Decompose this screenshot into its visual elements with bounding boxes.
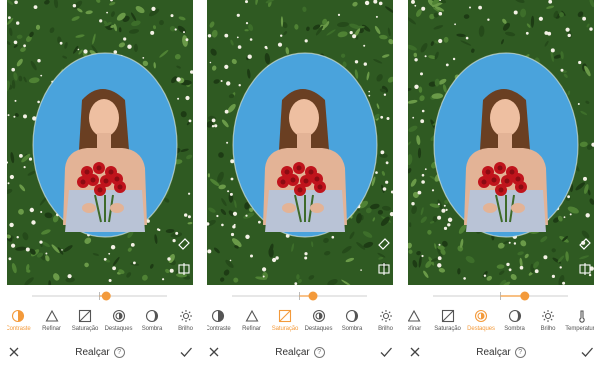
- compare-icon[interactable]: [177, 262, 191, 276]
- tool-label: Refinar: [242, 326, 261, 332]
- screen-title: Realçar?: [408, 347, 594, 358]
- screen-title: Realçar?: [7, 347, 193, 358]
- tool-brilho[interactable]: Brilho: [530, 309, 566, 332]
- highlights-icon: [474, 309, 488, 323]
- tool-saturação[interactable]: Saturação: [430, 309, 466, 332]
- adjustment-slider[interactable]: [7, 288, 193, 304]
- tool-refinar[interactable]: Refinar: [34, 309, 70, 332]
- bottom-bar: Realçar?: [7, 339, 193, 367]
- tool-label: efinar: [408, 326, 422, 332]
- tool-brilho[interactable]: Brilho: [368, 309, 394, 332]
- tool-label: Contraste: [7, 326, 31, 332]
- tool-label: Brilho: [540, 326, 556, 332]
- adjustment-slider[interactable]: [207, 288, 393, 304]
- tool-label: Destaques: [104, 326, 133, 332]
- editor-panel-saturacao: Contraste Refinar Saturação Destaques Sombra…: [207, 0, 393, 367]
- tool-label: Sombra: [141, 326, 163, 332]
- contrast-icon: [211, 309, 225, 323]
- highlights-icon: [312, 309, 326, 323]
- editor-panel-contraste: Contraste Refinar Saturação Destaques Sombra…: [7, 0, 193, 367]
- slider-knob: [520, 291, 530, 301]
- bottom-bar: Realçar?: [408, 339, 594, 367]
- tool-label: Brilho: [378, 326, 393, 332]
- tool-strip: Contraste Refinar Saturação Destaques Sombra…: [7, 309, 193, 337]
- shadow-icon: [508, 309, 522, 323]
- highlights-icon: [112, 309, 126, 323]
- tool-sombra[interactable]: Sombra: [497, 309, 533, 332]
- help-icon[interactable]: ?: [514, 347, 526, 358]
- refine-triangle-icon: [408, 309, 421, 323]
- editor-panel-destaques: efinar Saturação Destaques Sombra Brilho Temp…: [408, 0, 594, 367]
- saturation-icon: [78, 309, 92, 323]
- screen-title: Realçar?: [207, 347, 393, 358]
- screen-title-text: Realçar: [476, 347, 511, 358]
- shadow-icon: [345, 309, 359, 323]
- saturation-icon: [278, 309, 292, 323]
- refine-triangle-icon: [245, 309, 259, 323]
- tool-label: Saturação: [434, 326, 461, 332]
- tool-temperatura[interactable]: Temperatura: [564, 309, 594, 332]
- tool-label: Contraste: [207, 326, 231, 332]
- photo-preview: [408, 0, 594, 285]
- eraser-icon[interactable]: [177, 236, 191, 250]
- tool-label: Saturação: [271, 326, 299, 332]
- tool-label: Destaques: [467, 326, 495, 332]
- tool-refinar[interactable]: Refinar: [234, 309, 270, 332]
- slider-knob: [308, 291, 318, 301]
- contrast-icon: [11, 309, 25, 323]
- tool-brilho[interactable]: Brilho: [168, 309, 194, 332]
- tool-saturação[interactable]: Saturação: [267, 309, 303, 332]
- tool-efinar[interactable]: efinar: [408, 309, 432, 332]
- bottom-bar: Realçar?: [207, 339, 393, 367]
- tool-saturação[interactable]: Saturação: [67, 309, 103, 332]
- tool-sombra[interactable]: Sombra: [134, 309, 170, 332]
- compare-icon[interactable]: [578, 262, 592, 276]
- tool-sombra[interactable]: Sombra: [334, 309, 370, 332]
- tool-contraste[interactable]: Contraste: [7, 309, 36, 332]
- photo-preview: [207, 0, 393, 285]
- checkmark-icon[interactable]: [580, 345, 594, 359]
- screen-title-text: Realçar: [75, 347, 110, 358]
- tool-destaques[interactable]: Destaques: [463, 309, 499, 332]
- adjustment-slider[interactable]: [408, 288, 594, 304]
- brightness-icon: [379, 309, 393, 323]
- tool-label: Sombra: [504, 326, 525, 332]
- tool-contraste[interactable]: Contraste: [207, 309, 236, 332]
- photo-preview: [7, 0, 193, 285]
- tool-label: Sombra: [341, 326, 363, 332]
- tool-destaques[interactable]: Destaques: [101, 309, 137, 332]
- help-icon[interactable]: ?: [313, 347, 325, 358]
- shadow-icon: [145, 309, 159, 323]
- screen-title-text: Realçar: [275, 347, 310, 358]
- tool-label: Destaques: [304, 326, 333, 332]
- tool-label: Temperatura: [565, 326, 594, 332]
- brightness-icon: [179, 309, 193, 323]
- tool-label: Refinar: [42, 326, 61, 332]
- saturation-icon: [441, 309, 455, 323]
- refine-triangle-icon: [45, 309, 59, 323]
- checkmark-icon[interactable]: [379, 345, 393, 359]
- tool-strip: efinar Saturação Destaques Sombra Brilho Temp…: [408, 309, 594, 337]
- help-icon[interactable]: ?: [113, 347, 125, 358]
- eraser-icon[interactable]: [578, 236, 592, 250]
- tool-label: Saturação: [71, 326, 99, 332]
- brightness-icon: [541, 309, 555, 323]
- tool-label: Brilho: [178, 326, 193, 332]
- eraser-icon[interactable]: [377, 236, 391, 250]
- tool-destaques[interactable]: Destaques: [301, 309, 337, 332]
- compare-icon[interactable]: [377, 262, 391, 276]
- slider-knob: [101, 291, 111, 301]
- tool-strip: Contraste Refinar Saturação Destaques Sombra…: [207, 309, 393, 337]
- thermometer-icon: [575, 309, 589, 323]
- checkmark-icon[interactable]: [179, 345, 193, 359]
